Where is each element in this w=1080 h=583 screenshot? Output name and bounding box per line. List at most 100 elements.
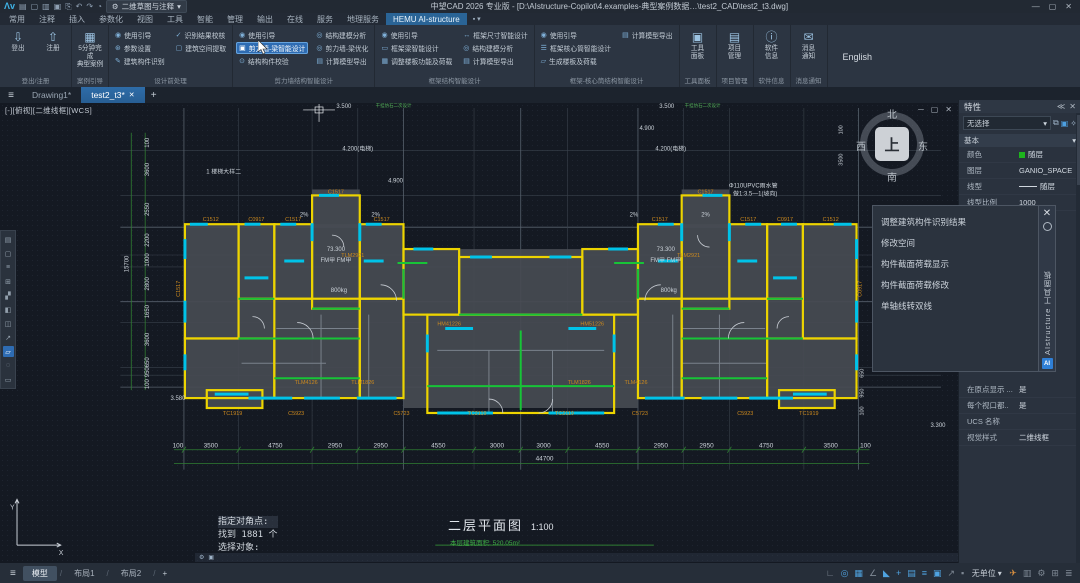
ribbon-button[interactable]: ⊛ 参数设置 <box>112 42 168 54</box>
ribbon-button[interactable]: ▭ 框架梁智能设计 <box>378 42 455 54</box>
status-tool-icon[interactable]: ⊞ <box>1050 568 1061 579</box>
layout-tab-布局1[interactable]: 布局1 <box>65 566 103 581</box>
maximize-icon[interactable]: ▢ <box>1049 0 1057 13</box>
properties-scrollbar[interactable] <box>1076 113 1080 563</box>
ribbon-tab-输出[interactable]: 输出 <box>250 13 280 25</box>
quick-access-icon[interactable]: ▢ <box>31 0 39 13</box>
minimize-icon[interactable]: — <box>1032 0 1040 13</box>
status-tool-icon[interactable]: ≣ <box>1063 568 1074 579</box>
quick-access-icon[interactable]: ▤ <box>19 0 27 13</box>
auto-hide-icon[interactable]: ≪ <box>1057 102 1065 111</box>
mini-toolbar-icon[interactable]: ≡ <box>3 262 14 273</box>
close-icon[interactable]: ✕ <box>1065 0 1072 13</box>
property-row[interactable]: UCS 名称 <box>959 414 1080 430</box>
ribbon-button[interactable]: ◎ 结构建模分析 <box>313 29 371 41</box>
quick-access-icon[interactable]: ▥ <box>42 0 50 13</box>
ribbon-tab-注释[interactable]: 注释 <box>32 13 62 25</box>
ribbon-tab-地理服务[interactable]: 地理服务 <box>340 13 386 25</box>
ribbon-button[interactable]: ▢ 建筑空间提取 <box>173 42 229 54</box>
ribbon-button[interactable]: ⊙ 结构构件校验 <box>236 55 308 67</box>
layout-tab-布局2[interactable]: 布局2 <box>112 566 150 581</box>
ribbon-button[interactable]: ✎ 建筑构件识别 <box>112 55 168 67</box>
quick-access-icon[interactable]: ↷ <box>86 0 93 13</box>
compass-top-face[interactable]: 上 <box>875 127 909 161</box>
ribbon-button[interactable]: ⇧ 注册 <box>38 27 68 53</box>
close-icon[interactable]: ✕ <box>945 105 952 114</box>
workspace-dropdown[interactable]: ⚙ 二维草图与注释 ▾ <box>105 0 187 13</box>
new-layout-button[interactable]: + <box>158 569 171 578</box>
popup-menu-item[interactable]: 单轴线转双线 <box>881 295 1030 316</box>
ribbon-tab-服务[interactable]: 服务 <box>310 13 340 25</box>
compass-west[interactable]: 西 <box>856 138 866 153</box>
mini-toolbar-icon[interactable]: ⊞ <box>3 276 14 287</box>
pin-icon[interactable] <box>1042 222 1052 231</box>
compass-south[interactable]: 南 <box>887 169 897 184</box>
ribbon-button[interactable]: ▤ 计算模型导出 <box>619 29 675 41</box>
popup-menu-item[interactable]: 调整建筑构件识别结果 <box>881 211 1030 232</box>
ribbon-tab-视图[interactable]: 视图 <box>130 13 160 25</box>
ribbon-button[interactable]: ⓘ 软件 信息 <box>757 27 787 61</box>
ribbon-button[interactable]: ⇩ 登出 <box>3 27 33 53</box>
property-row[interactable]: 视觉样式 二维线框 <box>959 430 1080 446</box>
layout-menu-icon[interactable]: ≡ <box>6 568 20 579</box>
ribbon-collapse-control[interactable]: ▪ ▾ <box>467 13 487 25</box>
status-tool-icon[interactable]: ⚙ <box>1036 568 1047 579</box>
ribbon-button[interactable]: ☰ 框架核心筒智能设计 <box>538 42 614 54</box>
status-toggle-icon[interactable]: ↗ <box>946 568 957 579</box>
status-toggle-icon[interactable]: ≡ <box>920 568 928 578</box>
popup-menu-item[interactable]: 构件截面荷载修改 <box>881 274 1030 295</box>
ribbon-tab-管理[interactable]: 管理 <box>220 13 250 25</box>
status-toggle-icon[interactable]: + <box>894 568 902 578</box>
mini-toolbar-icon[interactable]: ◌ <box>3 360 14 371</box>
units-dropdown[interactable]: 无单位 ▾ <box>969 568 1005 579</box>
selection-dropdown[interactable]: 无选择 ▾ <box>963 116 1052 130</box>
close-icon[interactable]: ✕ <box>1069 102 1076 111</box>
property-row[interactable]: 颜色 随层 <box>959 147 1080 163</box>
property-row[interactable]: 线型 随层 <box>959 179 1080 195</box>
ribbon-button[interactable]: ◉ 使用引导 <box>236 29 308 41</box>
ribbon-tab-常用[interactable]: 常用 <box>2 13 32 25</box>
status-toggle-icon[interactable]: ◎ <box>839 568 850 579</box>
mini-toolbar-icon[interactable]: ▞ <box>3 290 14 301</box>
status-toggle-icon[interactable]: ▤ <box>906 568 918 579</box>
ribbon-button[interactable]: ◉ 使用引导 <box>538 29 614 41</box>
quick-access-icon[interactable]: ↶ <box>76 0 83 13</box>
ribbon-tab-智能[interactable]: 智能 <box>190 13 220 25</box>
ribbon-button[interactable]: ▤ 计算模型导出 <box>460 55 530 67</box>
ribbon-tab-参数化[interactable]: 参数化 <box>92 13 130 25</box>
restore-icon[interactable]: ▢ <box>931 105 939 114</box>
popup-menu-item[interactable]: 修改空间 <box>881 232 1030 253</box>
english-button[interactable]: English <box>831 52 885 62</box>
scrollbar-icon[interactable]: ▣ <box>208 554 214 561</box>
status-tool-icon[interactable]: ▥ <box>1021 568 1033 579</box>
ribbon-button[interactable]: ◉ 使用引导 <box>112 29 168 41</box>
ribbon-button[interactable]: ◎ 结构建模分析 <box>460 42 530 54</box>
ribbon-button[interactable]: ▣ 剪力墙-梁智能设计 <box>236 42 309 54</box>
status-toggle-icon[interactable]: ∠ <box>867 568 878 579</box>
mini-toolbar-icon[interactable]: ▤ <box>3 234 14 245</box>
compass-east[interactable]: 东 <box>918 138 928 153</box>
new-doc-tab-button[interactable]: + <box>145 87 163 103</box>
ribbon-button[interactable]: ◉ 使用引导 <box>378 29 455 41</box>
ribbon-button[interactable]: ↔ 框架尺寸智能设计 <box>460 29 530 41</box>
layout-tab-模型[interactable]: 模型 <box>22 565 57 581</box>
quick-access-icon[interactable]: ◔ <box>97 0 102 13</box>
mini-toolbar-icon[interactable]: ↗ <box>3 332 14 343</box>
section-basic[interactable]: 基本 ▾ <box>959 134 1080 147</box>
ribbon-button[interactable]: ▱ 生成楼板及荷载 <box>538 55 614 67</box>
ribbon-button[interactable]: ▣ 工具 面板 <box>683 27 713 61</box>
quick-access-icon[interactable]: ▣ <box>54 0 62 13</box>
ribbon-tab-HEMU AI-structure[interactable]: HEMU AI-structure <box>386 13 467 25</box>
ribbon-button[interactable]: ◎ 剪力墙-梁优化 <box>313 42 371 54</box>
doc-tab-menu-icon[interactable]: ≡ <box>0 87 22 103</box>
mini-toolbar-icon[interactable]: ▢ <box>3 248 14 259</box>
canvas-scrollbar[interactable]: ⚙ ▣ <box>195 553 965 562</box>
ribbon-button[interactable]: ▦ 5分钟完成 典型案例 <box>75 27 105 69</box>
ribbon-tab-插入[interactable]: 插入 <box>62 13 92 25</box>
compass-north[interactable]: 北 <box>887 106 897 121</box>
close-icon[interactable]: ✕ <box>1043 209 1051 219</box>
ribbon-button[interactable]: ✓ 识别结果校核 <box>173 29 229 41</box>
status-toggle-icon[interactable]: ▪ <box>960 568 966 578</box>
view-compass[interactable]: 北 东 南 西 上 <box>856 106 928 184</box>
popup-menu-item[interactable]: 构件截面荷载显示 <box>881 253 1030 274</box>
